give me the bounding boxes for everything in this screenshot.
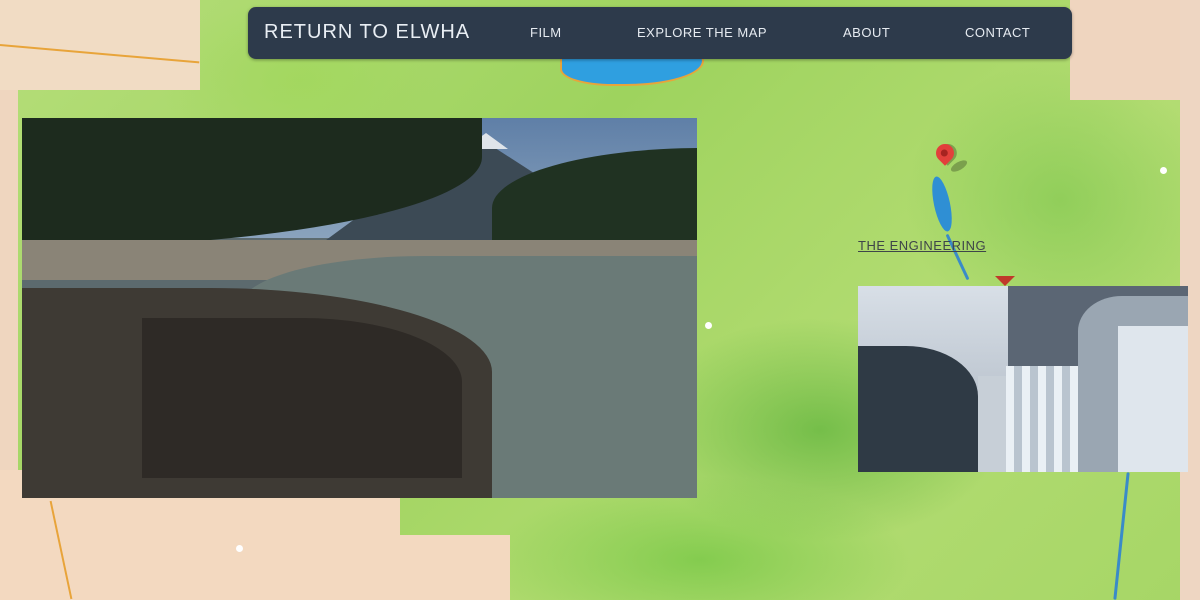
map-land-region (380, 535, 510, 600)
map-land-region (1070, 0, 1180, 100)
the-engineering-link[interactable]: THE ENGINEERING (858, 238, 986, 253)
map-dot (1160, 167, 1167, 174)
photo-rocks (858, 346, 978, 472)
map-marker-icon[interactable] (995, 276, 1015, 286)
site-title-link[interactable]: RETURN TO ELWHA (264, 21, 470, 44)
top-navigation-bar: RETURN TO ELWHA FILM EXPLORE THE MAP ABO… (248, 7, 1072, 59)
dam-waterfall-photo[interactable] (858, 286, 1188, 472)
nav-contact[interactable]: CONTACT (965, 25, 1030, 40)
nav-explore-the-map[interactable]: EXPLORE THE MAP (637, 25, 767, 40)
map-dot (705, 322, 712, 329)
map-dot (236, 545, 243, 552)
reservoir-photo[interactable] (22, 118, 697, 498)
nav-film[interactable]: FILM (530, 25, 562, 40)
nav-about[interactable]: ABOUT (843, 25, 890, 40)
map-land-region (0, 90, 18, 470)
photo-cliff (142, 318, 462, 478)
map-land-region (0, 0, 200, 90)
photo-dam (1118, 326, 1188, 472)
